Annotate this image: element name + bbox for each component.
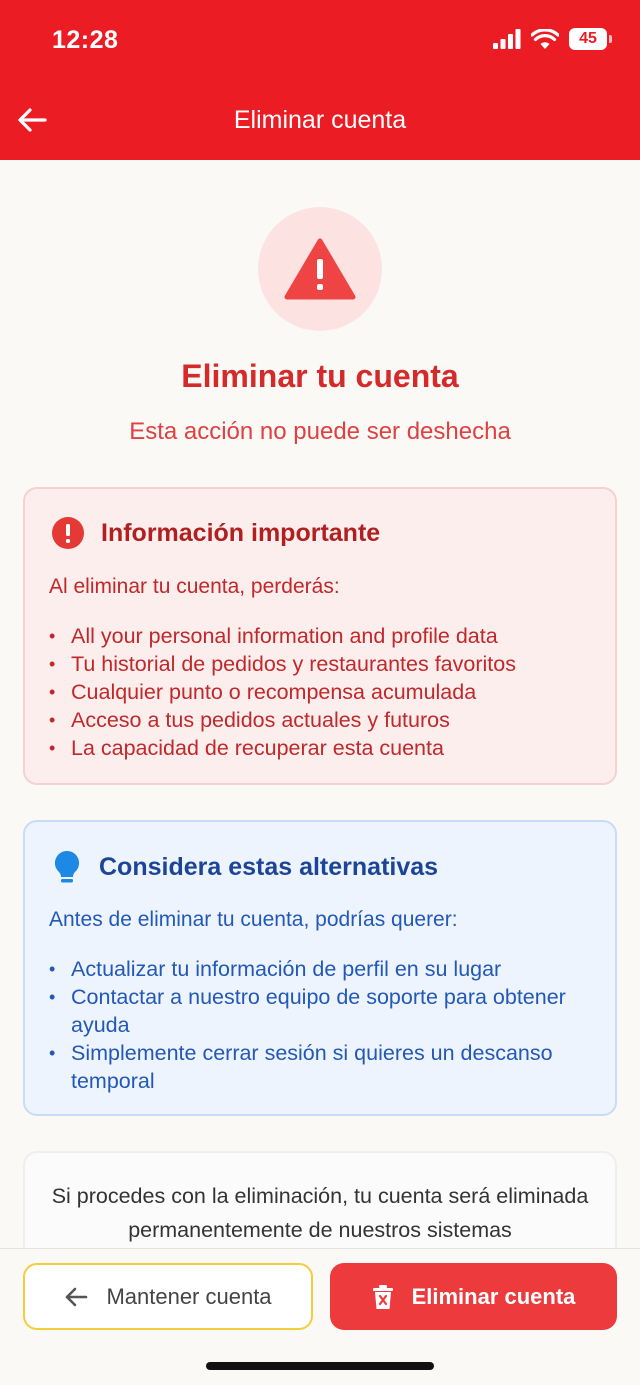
important-info-card: Información importante Al eliminar tu cu…	[23, 487, 617, 785]
battery-level: 45	[569, 28, 607, 50]
list-item: Acceso a tus pedidos actuales y futuros	[49, 706, 591, 734]
warning-triangle-icon	[284, 238, 356, 300]
alternatives-intro: Antes de eliminar tu cuenta, podrías que…	[49, 908, 458, 931]
list-item: Simplemente cerrar sesión si quieres un …	[49, 1039, 591, 1095]
status-time: 12:28	[52, 26, 119, 54]
delete-account-button[interactable]: Eliminar cuenta	[330, 1263, 617, 1330]
list-item: Tu historial de pedidos y restaurantes f…	[49, 650, 591, 678]
page-title: Eliminar cuenta	[233, 106, 407, 134]
home-indicator[interactable]	[206, 1362, 434, 1370]
subtitle: Esta acción no puede ser deshecha	[129, 418, 511, 445]
list-item: Cualquier punto o recompensa acumulada	[49, 678, 591, 706]
arrow-left-icon	[66, 1287, 88, 1306]
important-info-header: Información importante	[51, 516, 380, 550]
wifi-icon	[531, 28, 559, 49]
list-item: La capacidad de recuperar esta cuenta	[49, 734, 591, 762]
warning-badge	[258, 207, 382, 331]
battery-icon: 45	[569, 28, 612, 50]
final-notice-text: Si procedes con la eliminación, tu cuent…	[51, 1184, 589, 1242]
status-icons: 45	[493, 28, 612, 50]
alert-circle-icon	[52, 517, 84, 549]
main-title: Eliminar tu cuenta	[181, 358, 459, 394]
keep-account-button[interactable]: Mantener cuenta	[23, 1263, 313, 1330]
alternatives-title: Considera estas alternativas	[99, 852, 439, 881]
cellular-signal-icon	[493, 29, 521, 49]
app-header: 12:28 45 Eliminar cuenta	[0, 0, 640, 160]
loss-list: All your personal information and profil…	[49, 622, 591, 762]
lightbulb-icon	[54, 850, 80, 883]
trash-icon	[372, 1284, 393, 1309]
list-item: Contactar a nuestro equipo de soporte pa…	[49, 983, 591, 1039]
keep-account-label: Mantener cuenta	[106, 1283, 272, 1309]
alternatives-header: Considera estas alternativas	[51, 849, 438, 885]
important-info-title: Información importante	[101, 518, 381, 547]
important-info-intro: Al eliminar tu cuenta, perderás:	[49, 575, 340, 598]
alternatives-list: Actualizar tu información de perfil en s…	[49, 955, 591, 1095]
list-item: Actualizar tu información de perfil en s…	[49, 955, 591, 983]
alternatives-card: Considera estas alternativas Antes de el…	[23, 820, 617, 1116]
delete-account-label: Eliminar cuenta	[411, 1283, 576, 1309]
list-item: All your personal information and profil…	[49, 622, 591, 650]
